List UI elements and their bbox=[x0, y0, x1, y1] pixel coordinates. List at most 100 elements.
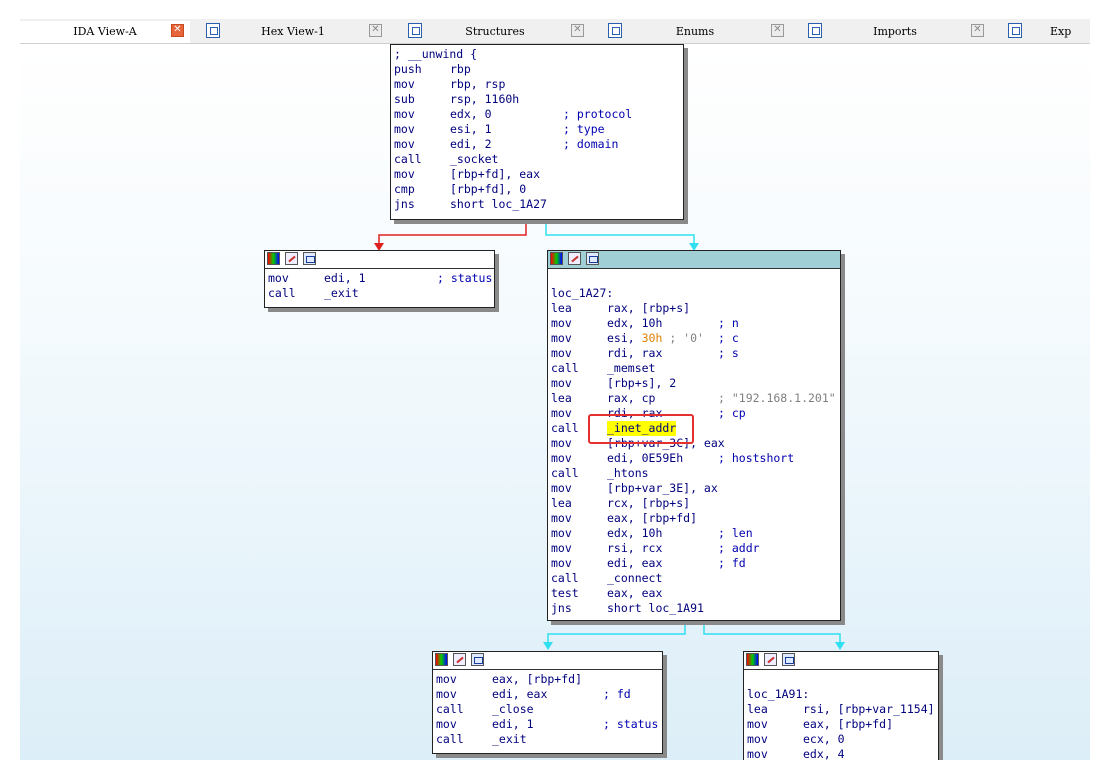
asm-line[interactable]: sub rsp, 1160h bbox=[393, 92, 681, 107]
asm-line[interactable]: call _exit bbox=[435, 732, 660, 747]
asm-line[interactable]: push rbp bbox=[393, 62, 681, 77]
asm-line[interactable]: mov edi, eax ; fd bbox=[550, 556, 838, 571]
tab-label: Imports bbox=[873, 25, 917, 38]
asm-line[interactable]: mov rsi, rcx ; addr bbox=[550, 541, 838, 556]
asm-line[interactable]: mov edi, eax ; fd bbox=[435, 687, 660, 702]
close-icon[interactable]: ✕ bbox=[971, 24, 984, 37]
asm-line[interactable]: mov edi, 0E59Eh ; hostshort bbox=[550, 451, 838, 466]
asm-operands: _socket bbox=[450, 152, 499, 166]
asm-mnemonic: mov bbox=[551, 556, 572, 570]
asm-mnemonic: mov bbox=[551, 406, 572, 420]
asm-line[interactable]: mov edi, 1 ; status bbox=[267, 271, 492, 286]
asm-line[interactable]: mov [rbp+fd], eax bbox=[393, 167, 681, 182]
tab-imports[interactable]: Imports ✕ bbox=[800, 21, 990, 43]
edit-icon[interactable] bbox=[764, 653, 777, 666]
asm-comment: ; status bbox=[603, 717, 659, 731]
asm-line[interactable]: lea rax, [rbp+s] bbox=[550, 301, 838, 316]
graph-icon[interactable] bbox=[586, 252, 599, 265]
edit-icon[interactable] bbox=[568, 252, 581, 265]
edge-true-2 bbox=[703, 624, 841, 643]
graph-icon[interactable] bbox=[782, 653, 795, 666]
asm-line[interactable]: mov edx, 4 bbox=[746, 747, 936, 760]
close-icon[interactable]: ✕ bbox=[369, 24, 382, 37]
tab-ida-view-a[interactable]: IDA View-A ✕ bbox=[20, 21, 190, 43]
tab-label: Enums bbox=[675, 25, 715, 38]
asm-line[interactable]: call _memset bbox=[550, 361, 838, 376]
asm-line[interactable]: mov eax, [rbp+fd] bbox=[550, 511, 838, 526]
asm-mnemonic: mov bbox=[436, 717, 457, 731]
asm-line[interactable]: mov edi, 1 ; status bbox=[435, 717, 660, 732]
asm-line[interactable]: jns short loc_1A27 bbox=[393, 197, 681, 212]
asm-line[interactable]: ; __unwind { bbox=[393, 47, 681, 62]
asm-mnemonic: sub bbox=[394, 92, 415, 106]
asm-operands: esi, 30h ; '0' bbox=[607, 331, 704, 345]
asm-comment: ; type bbox=[563, 122, 605, 136]
asm-line[interactable]: lea rsi, [rbp+var_1154] bbox=[746, 702, 936, 717]
asm-comment: ; len bbox=[718, 526, 753, 540]
asm-line[interactable]: test eax, eax bbox=[550, 586, 838, 601]
color-icon[interactable] bbox=[435, 653, 448, 666]
asm-line[interactable]: mov edx, 10h ; len bbox=[550, 526, 838, 541]
asm-mnemonic: jns bbox=[394, 197, 415, 211]
tab-structures[interactable]: Structures ✕ bbox=[400, 21, 590, 43]
color-icon[interactable] bbox=[746, 653, 759, 666]
node-loc-1a91[interactable]: loc_1A91: lea rsi, [rbp+var_1154] mov eax, … bbox=[743, 651, 939, 760]
tab-label: Hex View-1 bbox=[261, 25, 325, 38]
asm-line[interactable]: mov esi, 30h ; '0' ; c bbox=[550, 331, 838, 346]
graph-icon[interactable] bbox=[303, 252, 316, 265]
asm-comment: ; "192.168.1.201" bbox=[718, 391, 836, 405]
asm-line[interactable]: call _connect bbox=[550, 571, 838, 586]
asm-mnemonic: mov bbox=[551, 436, 572, 450]
asm-operands: short loc_1A27 bbox=[450, 197, 547, 211]
color-icon[interactable] bbox=[550, 252, 563, 265]
asm-line[interactable]: jns short loc_1A91 bbox=[550, 601, 838, 616]
edit-icon[interactable] bbox=[453, 653, 466, 666]
color-icon[interactable] bbox=[267, 252, 280, 265]
asm-mnemonic: call bbox=[436, 732, 464, 746]
asm-line[interactable]: mov [rbp+var_3E], ax bbox=[550, 481, 838, 496]
tab-exports[interactable]: Exp bbox=[1000, 21, 1090, 43]
asm-line[interactable]: mov edi, 2 ; domain bbox=[393, 137, 681, 152]
node-close-exit[interactable]: mov eax, [rbp+fd] mov edi, eax ; fd call _clos… bbox=[432, 651, 663, 754]
asm-line[interactable]: call _socket bbox=[393, 152, 681, 167]
asm-line[interactable]: mov edx, 10h ; n bbox=[550, 316, 838, 331]
asm-line[interactable]: call _close bbox=[435, 702, 660, 717]
asm-line[interactable]: lea rax, cp ; "192.168.1.201" bbox=[550, 391, 838, 406]
tab-hex-view[interactable]: Hex View-1 ✕ bbox=[198, 21, 388, 43]
asm-line[interactable]: mov eax, [rbp+fd] bbox=[435, 672, 660, 687]
asm-comment: ; protocol bbox=[563, 107, 633, 121]
asm-operands: rdi, rax bbox=[607, 346, 663, 360]
asm-mnemonic: mov bbox=[551, 376, 572, 390]
asm-line[interactable]: call _htons bbox=[550, 466, 838, 481]
asm-mnemonic: mov bbox=[747, 747, 768, 760]
asm-line[interactable]: mov rdi, rax ; s bbox=[550, 346, 838, 361]
graph-view[interactable]: ; __unwind {push rbp mov rbp, rsp sub rsp, 11… bbox=[20, 44, 1090, 760]
asm-line[interactable]: cmp [rbp+fd], 0 bbox=[393, 182, 681, 197]
asm-operands: eax, [rbp+fd] bbox=[607, 511, 698, 525]
graph-icon[interactable] bbox=[471, 653, 484, 666]
close-icon[interactable]: ✕ bbox=[171, 24, 184, 37]
asm-mnemonic: push bbox=[394, 62, 422, 76]
edit-icon[interactable] bbox=[285, 252, 298, 265]
asm-operands: edi, 1 bbox=[492, 717, 534, 731]
asm-line[interactable]: mov [rbp+s], 2 bbox=[550, 376, 838, 391]
asm-line[interactable]: mov eax, [rbp+fd] bbox=[746, 717, 936, 732]
asm-line[interactable]: mov edx, 0 ; protocol bbox=[393, 107, 681, 122]
tab-enums[interactable]: Enums ✕ bbox=[600, 21, 790, 43]
asm-mnemonic: mov bbox=[394, 77, 415, 91]
asm-line[interactable]: call _exit bbox=[267, 286, 492, 301]
asm-comment: ; domain bbox=[563, 137, 619, 151]
asm-operands: eax, [rbp+fd] bbox=[803, 717, 894, 731]
asm-comment: ; status bbox=[437, 271, 493, 285]
close-icon[interactable]: ✕ bbox=[571, 24, 584, 37]
loc-label: loc_1A27: bbox=[551, 286, 614, 300]
asm-line[interactable]: lea rcx, [rbp+s] bbox=[550, 496, 838, 511]
node-entry[interactable]: ; __unwind {push rbp mov rbp, rsp sub rsp, 11… bbox=[390, 44, 684, 220]
tab-label: IDA View-A bbox=[73, 25, 137, 38]
close-icon[interactable]: ✕ bbox=[771, 24, 784, 37]
asm-line[interactable]: mov ecx, 0 bbox=[746, 732, 936, 747]
node-exit[interactable]: mov edi, 1 ; status call _exit bbox=[264, 250, 495, 308]
asm-line[interactable]: mov esi, 1 ; type bbox=[393, 122, 681, 137]
asm-mnemonic: mov bbox=[551, 541, 572, 555]
asm-line[interactable]: mov rbp, rsp bbox=[393, 77, 681, 92]
